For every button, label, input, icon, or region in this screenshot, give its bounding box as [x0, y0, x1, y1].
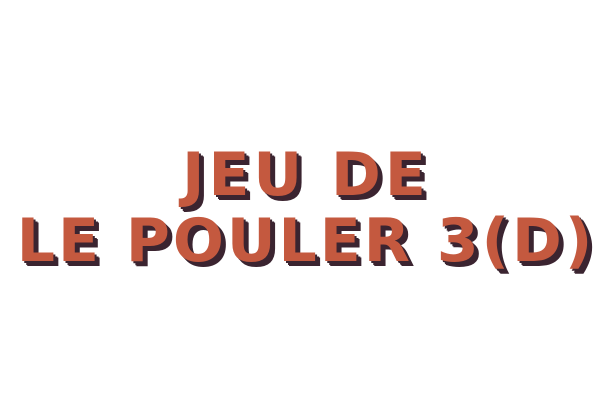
game-title-line-1: JEU DE	[182, 140, 430, 210]
title-screen: JEU DE LE POULER 3(D)	[0, 0, 612, 408]
game-title-line-2: LE POULER 3(D)	[16, 206, 596, 276]
game-title: JEU DE LE POULER 3(D)	[17, 145, 596, 271]
